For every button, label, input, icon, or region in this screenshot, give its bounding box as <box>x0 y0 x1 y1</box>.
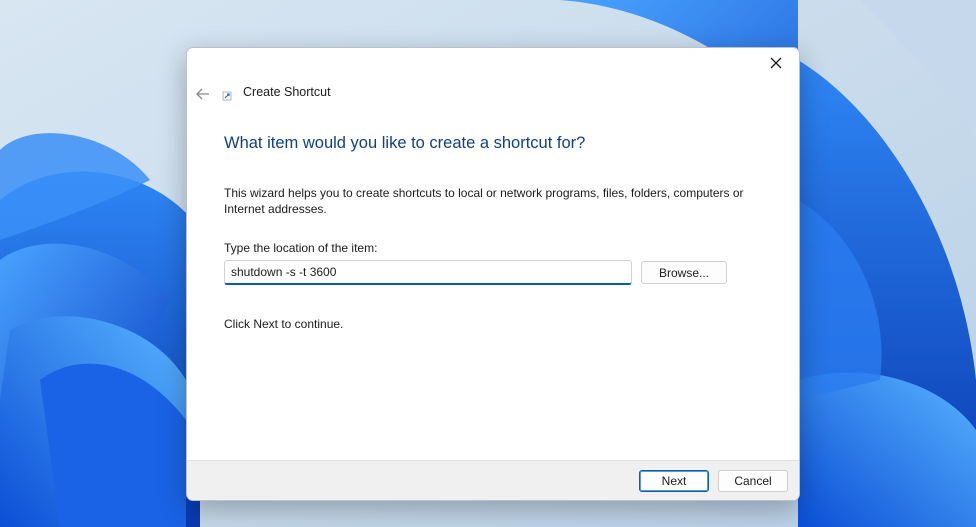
wizard-heading: What item would you like to create a sho… <box>224 134 586 152</box>
create-shortcut-dialog: Create Shortcut What item would you like… <box>186 47 800 501</box>
close-button[interactable] <box>753 48 799 78</box>
location-field-label: Type the location of the item: <box>224 241 378 255</box>
close-icon <box>770 57 782 69</box>
window-title: Create Shortcut <box>243 85 331 99</box>
dialog-footer: Next Cancel <box>187 460 799 500</box>
back-button[interactable] <box>193 84 213 104</box>
cancel-button[interactable]: Cancel <box>718 470 788 492</box>
back-arrow-icon <box>196 88 209 100</box>
continue-hint: Click Next to continue. <box>224 317 344 331</box>
wizard-description: This wizard helps you to create shortcut… <box>224 186 744 216</box>
next-button[interactable]: Next <box>639 470 709 492</box>
browse-button[interactable]: Browse... <box>641 261 727 284</box>
shortcut-icon <box>222 91 232 101</box>
location-input[interactable] <box>224 260 632 285</box>
